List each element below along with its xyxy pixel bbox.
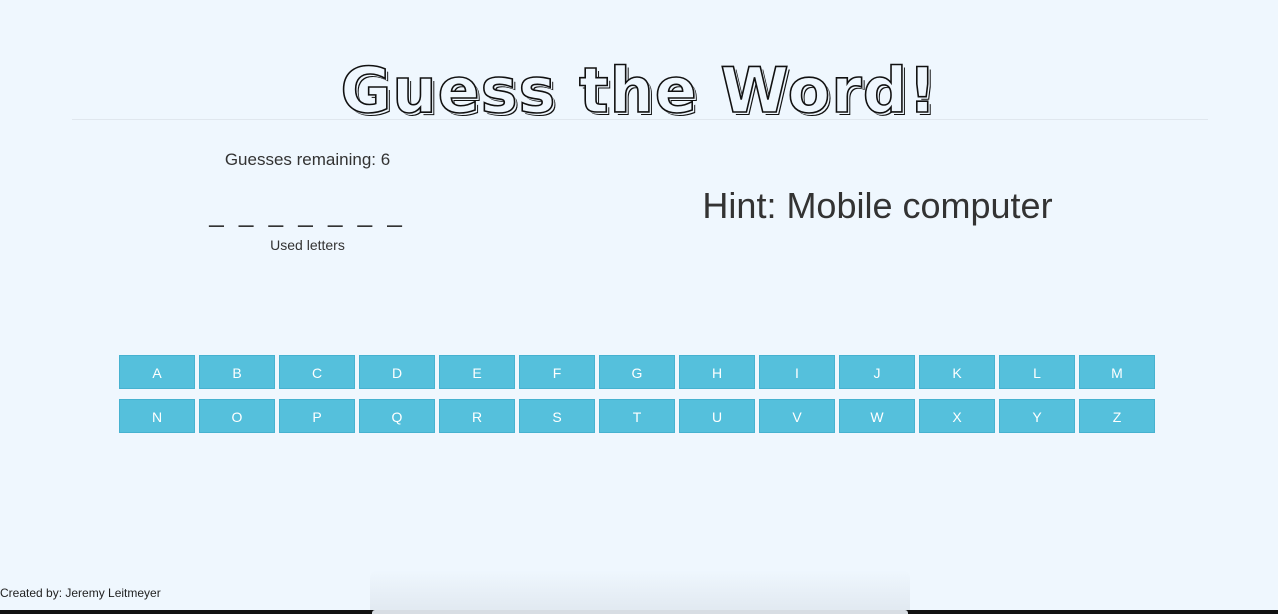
letter-button-c[interactable]: C (279, 355, 355, 389)
letter-button-x[interactable]: X (919, 399, 995, 433)
keyboard-row-1: A B C D E F G H I J K L M (119, 355, 1159, 389)
letter-button-v[interactable]: V (759, 399, 835, 433)
letter-button-t[interactable]: T (599, 399, 675, 433)
letter-button-b[interactable]: B (199, 355, 275, 389)
letter-button-p[interactable]: P (279, 399, 355, 433)
guesses-remaining: Guesses remaining: 6 (224, 150, 391, 169)
letter-button-z[interactable]: Z (1079, 399, 1155, 433)
used-letters-label: Used letters (270, 237, 345, 253)
letter-button-i[interactable]: I (759, 355, 835, 389)
letter-button-k[interactable]: K (919, 355, 995, 389)
letter-button-w[interactable]: W (839, 399, 915, 433)
keyboard-row-2: N O P Q R S T U V W X Y Z (119, 399, 1159, 433)
dock-shadow (370, 570, 910, 614)
letter-button-d[interactable]: D (359, 355, 435, 389)
footer-credit: Created by: Jeremy Leitmeyer (0, 586, 161, 600)
letter-button-o[interactable]: O (199, 399, 275, 433)
letter-button-g[interactable]: G (599, 355, 675, 389)
letter-button-q[interactable]: Q (359, 399, 435, 433)
letter-button-n[interactable]: N (119, 399, 195, 433)
letter-button-e[interactable]: E (439, 355, 515, 389)
header-divider (72, 119, 1208, 120)
game-status-panel: Guesses remaining: 6 _ _ _ _ _ _ _ Used … (150, 148, 465, 254)
letter-button-u[interactable]: U (679, 399, 755, 433)
letter-button-f[interactable]: F (519, 355, 595, 389)
letter-button-j[interactable]: J (839, 355, 915, 389)
letter-button-h[interactable]: H (679, 355, 755, 389)
letter-button-y[interactable]: Y (999, 399, 1075, 433)
letter-button-r[interactable]: R (439, 399, 515, 433)
letter-button-l[interactable]: L (999, 355, 1075, 389)
page-title: Guess the Word! (340, 53, 938, 127)
letter-button-m[interactable]: M (1079, 355, 1155, 389)
dock-edge (372, 610, 908, 614)
word-blanks: _ _ _ _ _ _ _ (209, 198, 406, 228)
letter-button-s[interactable]: S (519, 399, 595, 433)
hint-text: Hint: Mobile computer (702, 185, 1053, 226)
letter-button-a[interactable]: A (119, 355, 195, 389)
letter-keyboard: A B C D E F G H I J K L M N O P Q R S T … (119, 355, 1159, 443)
